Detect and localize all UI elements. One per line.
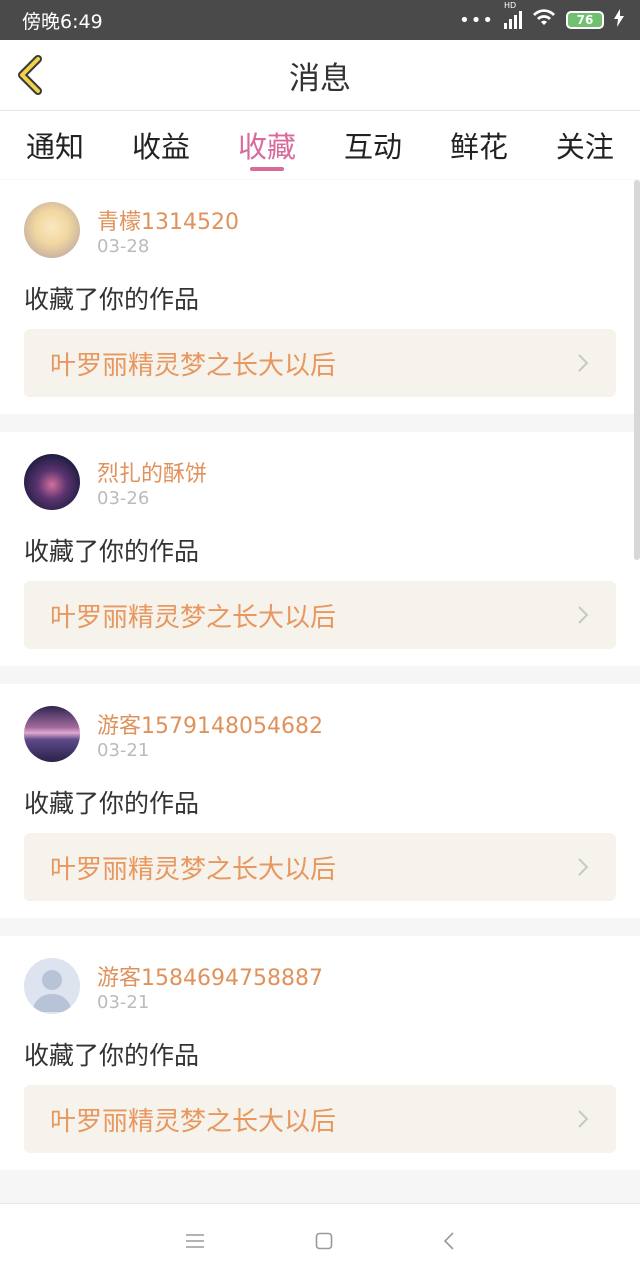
wifi-icon xyxy=(532,8,556,32)
menu-icon[interactable] xyxy=(185,1233,205,1253)
message-card: 烈扎的酥饼 03-26 收藏了你的作品 叶罗丽精灵梦之长大以后 xyxy=(0,432,640,666)
tab-interactions[interactable]: 互动 xyxy=(344,111,402,179)
back-nav-icon[interactable] xyxy=(443,1231,455,1255)
message-text: 收藏了你的作品 xyxy=(24,285,200,314)
back-button[interactable] xyxy=(12,54,52,96)
battery-icon: 76 xyxy=(566,11,604,29)
chevron-right-icon xyxy=(578,354,589,372)
work-link[interactable]: 叶罗丽精灵梦之长大以后 xyxy=(24,1085,616,1153)
message-text: 收藏了你的作品 xyxy=(24,789,200,818)
message-text: 收藏了你的作品 xyxy=(24,1041,200,1070)
avatar[interactable] xyxy=(24,202,80,258)
message-list: 青檬1314520 03-28 收藏了你的作品 叶罗丽精灵梦之长大以后 烈扎的酥… xyxy=(0,180,640,1188)
work-link[interactable]: 叶罗丽精灵梦之长大以后 xyxy=(24,833,616,901)
avatar[interactable] xyxy=(24,454,80,510)
tab-earnings[interactable]: 收益 xyxy=(132,111,190,179)
status-time: 傍晚6:49 xyxy=(22,10,103,33)
signal-hd-label: HD xyxy=(504,1,517,10)
work-link[interactable]: 叶罗丽精灵梦之长大以后 xyxy=(24,329,616,397)
default-avatar-icon[interactable] xyxy=(24,958,80,1014)
app-bar: 消息 xyxy=(0,40,640,111)
cell-signal-icon: HD xyxy=(504,1,522,29)
message-text: 收藏了你的作品 xyxy=(24,537,200,566)
work-title: 叶罗丽精灵梦之长大以后 xyxy=(50,854,337,885)
work-title: 叶罗丽精灵梦之长大以后 xyxy=(50,350,337,381)
charging-icon xyxy=(614,8,624,32)
message-date: 03-28 xyxy=(97,236,150,257)
tab-favorites[interactable]: 收藏 xyxy=(238,111,296,179)
avatar[interactable] xyxy=(24,706,80,762)
more-dots-icon: ••• xyxy=(459,9,494,31)
message-card: 游客1579148054682 03-21 收藏了你的作品 叶罗丽精灵梦之长大以… xyxy=(0,684,640,918)
page-title: 消息 xyxy=(289,60,351,97)
message-date: 03-21 xyxy=(97,992,150,1013)
chevron-right-icon xyxy=(578,606,589,624)
system-nav-bar xyxy=(0,1203,640,1281)
home-icon[interactable] xyxy=(315,1232,333,1254)
username-link[interactable]: 游客1584694758887 xyxy=(97,960,323,992)
username-link[interactable]: 游客1579148054682 xyxy=(97,708,323,740)
work-title: 叶罗丽精灵梦之长大以后 xyxy=(50,1106,337,1137)
message-date: 03-26 xyxy=(97,488,150,509)
status-icons: ••• HD 76 xyxy=(459,1,624,32)
tab-notifications[interactable]: 通知 xyxy=(26,111,84,179)
work-link[interactable]: 叶罗丽精灵梦之长大以后 xyxy=(24,581,616,649)
username-link[interactable]: 青檬1314520 xyxy=(97,204,239,236)
work-title: 叶罗丽精灵梦之长大以后 xyxy=(50,602,337,633)
message-date: 03-21 xyxy=(97,740,150,761)
chevron-right-icon xyxy=(578,1110,589,1128)
chevron-right-icon xyxy=(578,858,589,876)
message-card: 游客1584694758887 03-21 收藏了你的作品 叶罗丽精灵梦之长大以… xyxy=(0,936,640,1170)
tab-bar: 通知 收益 收藏 互动 鲜花 关注 xyxy=(0,111,640,179)
scrollbar[interactable] xyxy=(634,180,640,560)
tab-flowers[interactable]: 鲜花 xyxy=(450,111,508,179)
message-card: 青檬1314520 03-28 收藏了你的作品 叶罗丽精灵梦之长大以后 xyxy=(0,180,640,414)
tab-follows[interactable]: 关注 xyxy=(556,111,614,179)
username-link[interactable]: 烈扎的酥饼 xyxy=(97,456,207,488)
status-bar: 傍晚6:49 ••• HD 76 xyxy=(0,0,640,40)
chevron-left-icon xyxy=(18,55,42,95)
